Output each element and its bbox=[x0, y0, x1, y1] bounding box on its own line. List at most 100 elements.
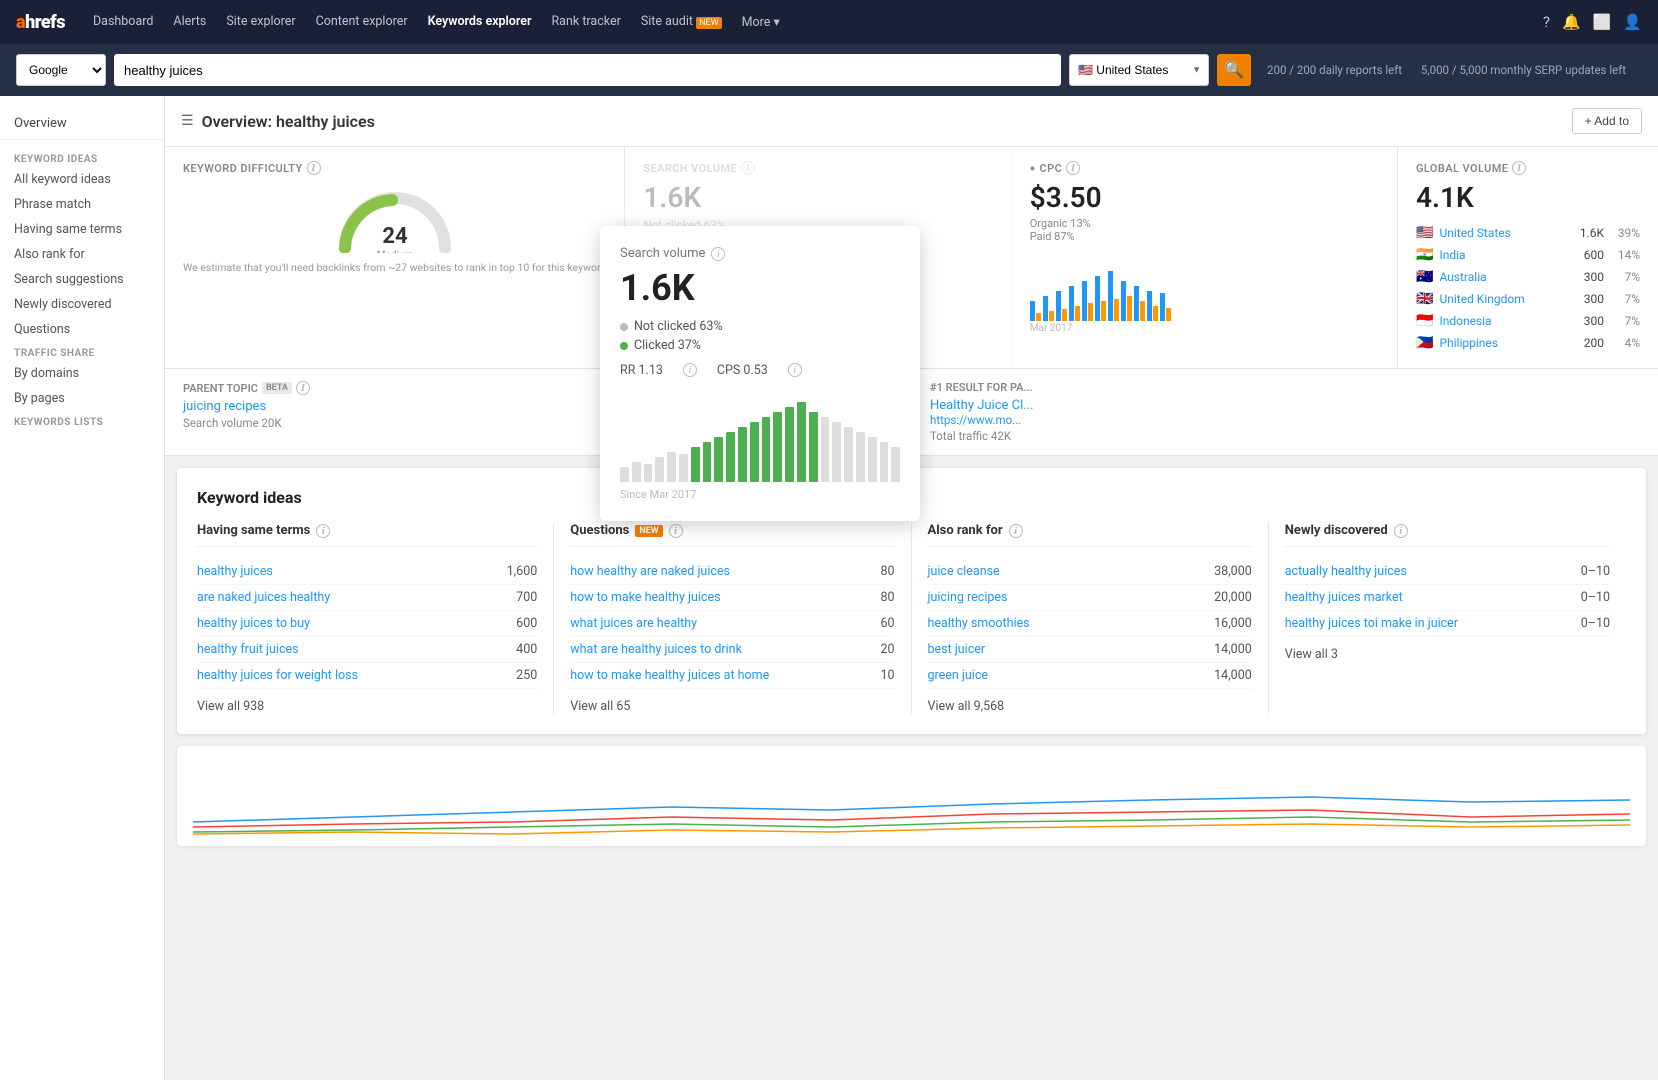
kw-link-what-juices[interactable]: what juices are healthy bbox=[570, 616, 849, 631]
us-pct: 39% bbox=[1612, 226, 1640, 240]
kw-link-weight-loss[interactable]: healthy juices for weight loss bbox=[197, 668, 492, 683]
newly-discovered-help[interactable]: i bbox=[1394, 524, 1408, 538]
country-row-id: 🇮🇩 Indonesia 300 7% bbox=[1416, 310, 1640, 332]
kw-vol-juicing-recipes: 20,000 bbox=[1207, 590, 1252, 605]
user-icon[interactable]: 👤 bbox=[1623, 13, 1642, 31]
kw-link-how-to-make-at-home[interactable]: how to make healthy juices at home bbox=[570, 668, 849, 683]
kw-link-fruit-juices[interactable]: healthy fruit juices bbox=[197, 642, 492, 657]
kw-link-juices-in-juicer[interactable]: healthy juices toi make in juicer bbox=[1285, 616, 1565, 631]
kw-link-juices-to-buy[interactable]: healthy juices to buy bbox=[197, 616, 492, 631]
sidebar-item-search-suggestions[interactable]: Search suggestions bbox=[0, 267, 164, 292]
global-help-icon[interactable]: i bbox=[1512, 161, 1526, 175]
questions-help[interactable]: i bbox=[669, 524, 683, 538]
country-row-gb: 🇬🇧 United Kingdom 300 7% bbox=[1416, 288, 1640, 310]
kw-row-q5: how to make healthy juices at home 10 bbox=[570, 663, 894, 689]
popup-help-icon[interactable]: i bbox=[711, 247, 725, 261]
hamburger-icon[interactable]: ☰ bbox=[181, 113, 194, 129]
nav-more[interactable]: More ▾ bbox=[734, 10, 788, 34]
search-input[interactable] bbox=[114, 54, 1061, 86]
in-name[interactable]: India bbox=[1439, 248, 1569, 262]
popup-clicked: Clicked 37% bbox=[620, 338, 900, 353]
result-traffic: Total traffic 42K bbox=[930, 429, 1640, 443]
nav-alerts[interactable]: Alerts bbox=[165, 10, 214, 34]
us-name[interactable]: United States bbox=[1439, 226, 1569, 240]
gauge-svg: 24 Medium bbox=[330, 183, 460, 253]
view-all-questions[interactable]: View all 65 bbox=[570, 699, 894, 714]
kw-row-4: healthy fruit juices 400 bbox=[197, 637, 537, 663]
sidebar-item-by-pages[interactable]: By pages bbox=[0, 386, 164, 411]
kw-link-how-to-make[interactable]: how to make healthy juices bbox=[570, 590, 849, 605]
id-name[interactable]: Indonesia bbox=[1439, 314, 1569, 328]
popup-since: Since Mar 2017 bbox=[620, 488, 900, 501]
cpc-card: ● CPC i $3.50 Organic 13% Paid 87% bbox=[1012, 147, 1398, 368]
popup-cps: CPS 0.53 bbox=[717, 363, 768, 378]
add-to-button[interactable]: + Add to bbox=[1572, 108, 1642, 134]
kw-row-a4: best juicer 14,000 bbox=[928, 637, 1252, 663]
kw-link-how-healthy[interactable]: how healthy are naked juices bbox=[570, 564, 849, 579]
also-rank-for-help[interactable]: i bbox=[1009, 524, 1023, 538]
cpc-label: ● CPC i bbox=[1030, 161, 1379, 175]
view-all-also-rank-for[interactable]: View all 9,568 bbox=[928, 699, 1252, 714]
parent-help-icon[interactable]: i bbox=[296, 381, 310, 395]
search-stats: 200 / 200 daily reports left 5,000 / 5,0… bbox=[1267, 63, 1642, 77]
kw-row-n2: healthy juices market 0–10 bbox=[1285, 585, 1610, 611]
result-link[interactable]: Healthy Juice Cl... bbox=[930, 398, 1640, 413]
kw-vol-juice-cleanse: 38,000 bbox=[1207, 564, 1252, 579]
nav-site-audit[interactable]: Site audit NEW bbox=[633, 10, 730, 34]
sidebar-item-newly-discovered[interactable]: Newly discovered bbox=[0, 292, 164, 317]
kw-row-a1: juice cleanse 38,000 bbox=[928, 559, 1252, 585]
nav-rank-tracker[interactable]: Rank tracker bbox=[543, 10, 628, 34]
help-icon[interactable]: ? bbox=[1543, 13, 1550, 31]
kw-link-what-are-healthy[interactable]: what are healthy juices to drink bbox=[570, 642, 849, 657]
kw-link-green-juice[interactable]: green juice bbox=[928, 668, 1207, 683]
kw-link-actually-healthy[interactable]: actually healthy juices bbox=[1285, 564, 1565, 579]
overview-header: ☰ Overview: healthy juices + Add to bbox=[165, 96, 1658, 147]
kw-link-juicing-recipes[interactable]: juicing recipes bbox=[928, 590, 1207, 605]
sidebar-item-all-keyword-ideas[interactable]: All keyword ideas bbox=[0, 167, 164, 192]
cps-help-icon[interactable]: i bbox=[788, 363, 802, 377]
kw-row-1: healthy juices 1,600 bbox=[197, 559, 537, 585]
sidebar-overview[interactable]: Overview bbox=[0, 108, 164, 140]
kw-link-best-juicer[interactable]: best juicer bbox=[928, 642, 1207, 657]
nav-content-explorer[interactable]: Content explorer bbox=[308, 10, 416, 34]
sidebar-keyword-ideas-title: KEYWORD IDEAS bbox=[0, 148, 164, 167]
col-newly-discovered: Newly discovered i actually healthy juic… bbox=[1269, 523, 1626, 714]
popup-title-row: Search volume i bbox=[620, 246, 900, 261]
ph-name[interactable]: Philippines bbox=[1439, 336, 1569, 350]
sidebar-item-having-same-terms[interactable]: Having same terms bbox=[0, 217, 164, 242]
having-same-terms-help[interactable]: i bbox=[316, 524, 330, 538]
kd-card: Keyword difficulty i 24 Medium We estima… bbox=[165, 147, 625, 368]
nav-keywords-explorer[interactable]: Keywords explorer bbox=[420, 10, 540, 34]
sidebar-item-questions[interactable]: Questions bbox=[0, 317, 164, 342]
nav-dashboard[interactable]: Dashboard bbox=[85, 10, 161, 34]
cpc-help-icon[interactable]: i bbox=[1066, 161, 1080, 175]
kw-link-juice-cleanse[interactable]: juice cleanse bbox=[928, 564, 1207, 579]
beta-badge: BETA bbox=[262, 382, 292, 394]
kw-link-healthy-smoothies[interactable]: healthy smoothies bbox=[928, 616, 1207, 631]
questions-new-badge: NEW bbox=[635, 525, 662, 537]
kd-help-icon[interactable]: i bbox=[307, 161, 321, 175]
nav-site-explorer[interactable]: Site explorer bbox=[218, 10, 303, 34]
cpc-chart bbox=[1030, 251, 1379, 321]
global-vol-value: 4.1K bbox=[1416, 181, 1640, 214]
notification-icon[interactable]: 🔔 bbox=[1562, 13, 1581, 31]
search-button[interactable]: 🔍 bbox=[1217, 54, 1251, 86]
result-url[interactable]: https://www.mo... bbox=[930, 413, 1640, 427]
sidebar-item-phrase-match[interactable]: Phrase match bbox=[0, 192, 164, 217]
kw-link-healthy-juices[interactable]: healthy juices bbox=[197, 564, 492, 579]
sv-help-icon[interactable]: i bbox=[741, 161, 755, 175]
rr-help-icon[interactable]: i bbox=[683, 363, 697, 377]
view-all-having-same-terms[interactable]: View all 938 bbox=[197, 699, 537, 714]
sidebar-item-by-domains[interactable]: By domains bbox=[0, 361, 164, 386]
engine-select[interactable]: Google Bing YouTube bbox=[16, 54, 106, 86]
global-vol-card: Global volume i 4.1K 🇺🇸 United States 1.… bbox=[1398, 147, 1658, 368]
gb-name[interactable]: United Kingdom bbox=[1439, 292, 1569, 306]
sidebar-item-also-rank-for[interactable]: Also rank for bbox=[0, 242, 164, 267]
kw-link-juices-market[interactable]: healthy juices market bbox=[1285, 590, 1565, 605]
au-name[interactable]: Australia bbox=[1439, 270, 1569, 284]
kw-link-naked-juices[interactable]: are naked juices healthy bbox=[197, 590, 492, 605]
view-all-newly-discovered[interactable]: View all 3 bbox=[1285, 647, 1610, 662]
country-select[interactable]: 🇺🇸 United States 🇮🇳 India bbox=[1069, 54, 1209, 86]
kw-vol-what-juices: 60 bbox=[850, 616, 895, 631]
screen-icon[interactable]: ⬜ bbox=[1593, 13, 1612, 31]
